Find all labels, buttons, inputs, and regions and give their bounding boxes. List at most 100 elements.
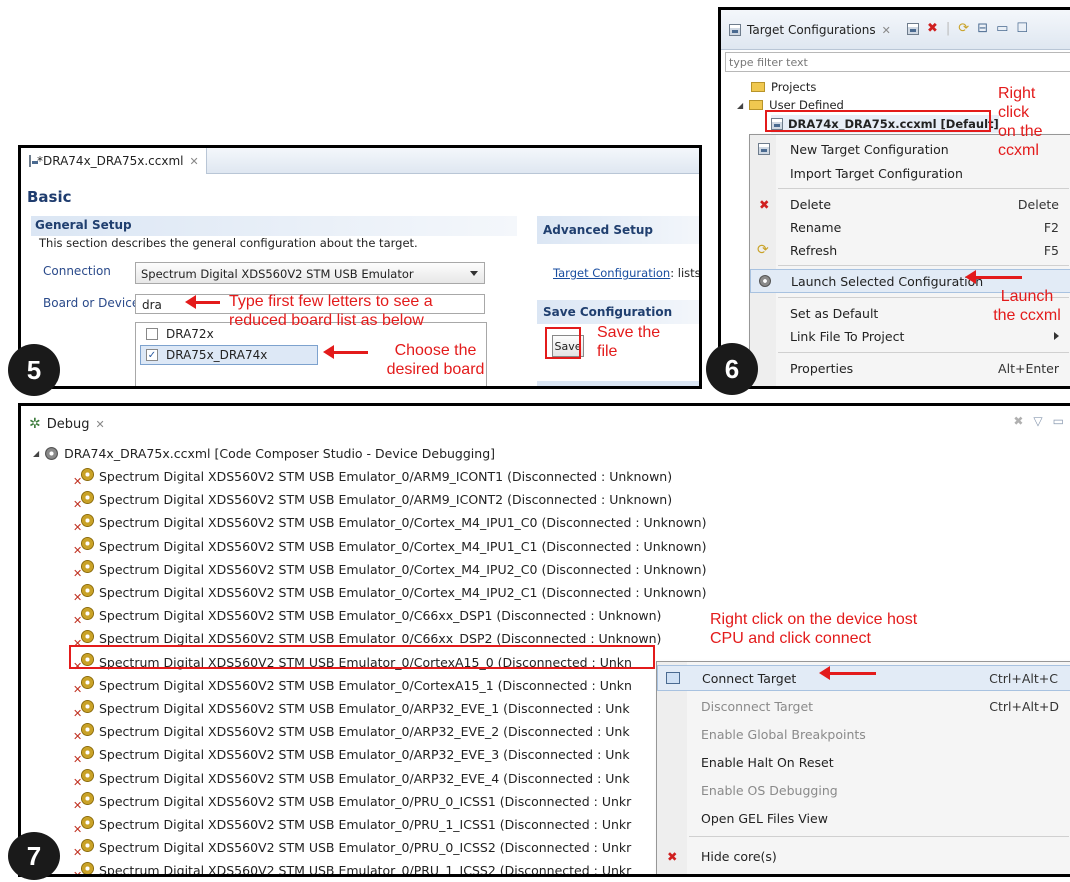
device-tree-item[interactable]: ✕ Spectrum Digital XDS560V2 STM USB Emula… (73, 860, 632, 877)
general-setup-title: General Setup (35, 218, 132, 232)
debug-tab[interactable]: ✲ Debug ✕ (21, 406, 113, 442)
new-config-icon[interactable] (907, 22, 919, 35)
menu-shortcut: Delete (1017, 196, 1059, 212)
device-disconnected-icon: ✕ (73, 513, 95, 534)
gear-icon (81, 490, 94, 504)
target-configurations-tab[interactable]: Target Configurations ✕ (721, 10, 899, 50)
device-disconnected-icon: ✕ (73, 838, 95, 859)
config-file-icon (29, 155, 38, 167)
editor-tab[interactable]: *DRA74x_DRA75x.ccxml ✕ (21, 148, 207, 174)
connection-select[interactable]: Spectrum Digital XDS560V2 STM USB Emulat… (135, 262, 485, 284)
device-tree-item[interactable]: ✕ Spectrum Digital XDS560V2 STM USB Emula… (73, 582, 706, 604)
board-option-dra75x[interactable]: ✓ DRA75x_DRA74x (140, 345, 318, 365)
device-label: Spectrum Digital XDS560V2 STM USB Emulat… (99, 863, 632, 877)
device-label: Spectrum Digital XDS560V2 STM USB Emulat… (99, 492, 673, 508)
ccxml-context-menu: New Target Configuration Import Target C… (749, 134, 1070, 386)
view-menu-icon[interactable]: ▽ (1033, 414, 1042, 428)
advanced-setup-title: Advanced Setup (543, 223, 654, 237)
save-config-title: Save Configuration (543, 305, 673, 319)
device-tree-item[interactable]: ✕ Spectrum Digital XDS560V2 STM USB Emula… (73, 768, 630, 789)
target-configurations-panel: Target Configurations ✕ ✖ | ⟳ ⊟ ▭ ☐ type… (718, 7, 1070, 389)
target-config-link[interactable]: Target Configuration (553, 266, 670, 280)
gear-icon (81, 676, 94, 690)
device-tree-item[interactable]: ✕ Spectrum Digital XDS560V2 STM USB Emula… (73, 675, 632, 696)
device-label: Spectrum Digital XDS560V2 STM USB Emulat… (99, 793, 632, 809)
menu-rename[interactable]: Rename F2 (750, 215, 1070, 239)
view-toolbar: ✖ | ⟳ ⊟ ▭ ☐ (907, 21, 1028, 36)
device-tree-item[interactable]: ✕ Spectrum Digital XDS560V2 STM USB Emula… (73, 605, 661, 627)
device-tree-item[interactable]: ✕ Spectrum Digital XDS560V2 STM USB Emula… (73, 814, 631, 836)
gear-icon (81, 583, 94, 597)
device-tree-item[interactable]: ✕ Spectrum Digital XDS560V2 STM USB Emula… (73, 698, 630, 720)
folder-icon (751, 82, 765, 92)
device-tree-item[interactable]: ✕ Spectrum Digital XDS560V2 STM USB Emula… (73, 536, 706, 557)
device-tree-item[interactable]: ✕ Spectrum Digital XDS560V2 STM USB Emula… (73, 489, 673, 511)
device-tree-item[interactable]: ✕ Spectrum Digital XDS560V2 STM USB Emula… (73, 512, 706, 534)
close-icon[interactable]: ✕ (882, 24, 891, 37)
menu-delete[interactable]: ✖ Delete Delete (750, 192, 1070, 216)
connect-target-icon (666, 672, 680, 684)
device-tree-item[interactable]: ✕ Spectrum Digital XDS560V2 STM USB Emula… (73, 791, 631, 812)
checkbox-checked[interactable]: ✓ (146, 349, 158, 361)
menu-label: Import Target Configuration (790, 165, 963, 181)
device-tree-item[interactable]: ✕ Spectrum Digital XDS560V2 STM USB Emula… (73, 559, 706, 580)
device-tree-item[interactable]: ✕ Spectrum Digital XDS560V2 STM USB Emula… (73, 744, 630, 766)
device-tree-item[interactable]: ✕ Spectrum Digital XDS560V2 STM USB Emula… (73, 837, 631, 859)
menu-enable-os-debugging[interactable]: Enable OS Debugging (657, 778, 1070, 802)
filter-input[interactable]: type filter text (725, 52, 1070, 72)
device-disconnected-icon: ✕ (73, 467, 95, 488)
submenu-arrow-icon (1054, 332, 1059, 340)
menu-link-file-to-project[interactable]: Link File To Project (750, 324, 1070, 348)
checkbox-unchecked[interactable] (146, 328, 158, 340)
tree-projects[interactable]: Projects (751, 80, 816, 94)
minimize-icon[interactable]: ▭ (1053, 414, 1064, 428)
debug-tab-bar: ✲ Debug ✕ ✖ ▽ ▭ (21, 406, 1070, 442)
refresh-icon[interactable]: ⟳ (958, 21, 969, 36)
device-disconnected-icon: ✕ (73, 490, 95, 511)
connection-value: Spectrum Digital XDS560V2 STM USB Emulat… (141, 267, 414, 281)
editor-tab-bar: *DRA74x_DRA75x.ccxml ✕ (21, 148, 699, 174)
device-label: Spectrum Digital XDS560V2 STM USB Emulat… (99, 770, 630, 786)
device-disconnected-icon: ✕ (73, 792, 95, 812)
menu-properties[interactable]: Properties Alt+Enter (750, 356, 1070, 380)
gear-icon (81, 769, 94, 783)
device-label: Spectrum Digital XDS560V2 STM USB Emulat… (99, 724, 630, 740)
menu-enable-halt-on-reset[interactable]: Enable Halt On Reset (657, 750, 1070, 774)
menu-separator (778, 188, 1069, 189)
gear-icon (81, 606, 94, 620)
disconnected-x-icon: ✕ (73, 613, 83, 627)
disconnected-x-icon: ✕ (73, 474, 83, 488)
close-icon[interactable]: ✕ (189, 155, 198, 168)
debug-root-node[interactable]: ◢ DRA74x_DRA75x.ccxml [Code Composer Stu… (33, 446, 495, 461)
gear-icon (81, 838, 94, 852)
close-icon[interactable]: ✕ (96, 418, 105, 431)
delete-icon: ✖ (759, 196, 770, 212)
debug-bug-icon: ✲ (29, 416, 41, 432)
device-tree-item[interactable]: ✕ Spectrum Digital XDS560V2 STM USB Emula… (73, 721, 630, 743)
gear-icon (81, 722, 94, 736)
menu-refresh[interactable]: ⟳ Refresh F5 (750, 238, 1070, 262)
board-option-dra72x[interactable]: DRA72x (146, 327, 214, 341)
type-letters-arrow (185, 295, 220, 309)
minimize-icon[interactable]: ▭ (996, 21, 1008, 36)
hide-core-icon: ✖ (667, 848, 678, 864)
tree-projects-label: Projects (771, 80, 817, 94)
menu-label: Open GEL Files View (701, 810, 828, 826)
expand-triangle-icon[interactable]: ◢ (33, 449, 39, 458)
target-configurations-tab-title: Target Configurations (747, 23, 876, 37)
menu-enable-global-breakpoints[interactable]: Enable Global Breakpoints (657, 722, 1070, 746)
gear-icon (81, 629, 94, 643)
menu-disconnect-target[interactable]: Disconnect Target Ctrl+Alt+D (657, 694, 1070, 718)
menu-import-target-config[interactable]: Import Target Configuration (750, 161, 1070, 185)
board-option-label: DRA75x_DRA74x (166, 348, 268, 362)
remove-all-terminated-icon[interactable]: ✖ (1013, 414, 1023, 428)
maximize-icon[interactable]: ☐ (1016, 21, 1028, 36)
device-tree-item[interactable]: ✕ Spectrum Digital XDS560V2 STM USB Emula… (73, 466, 672, 488)
delete-icon[interactable]: ✖ (927, 21, 938, 36)
menu-connect-target[interactable]: Connect Target Ctrl+Alt+C (657, 665, 1070, 691)
menu-hide-cores[interactable]: ✖ Hide core(s) (657, 844, 1070, 868)
menu-label: Properties (790, 360, 854, 376)
collapse-all-icon[interactable]: ⊟ (977, 21, 988, 36)
menu-open-gel-files-view[interactable]: Open GEL Files View (657, 806, 1070, 830)
expand-triangle-icon[interactable]: ◢ (737, 101, 743, 110)
